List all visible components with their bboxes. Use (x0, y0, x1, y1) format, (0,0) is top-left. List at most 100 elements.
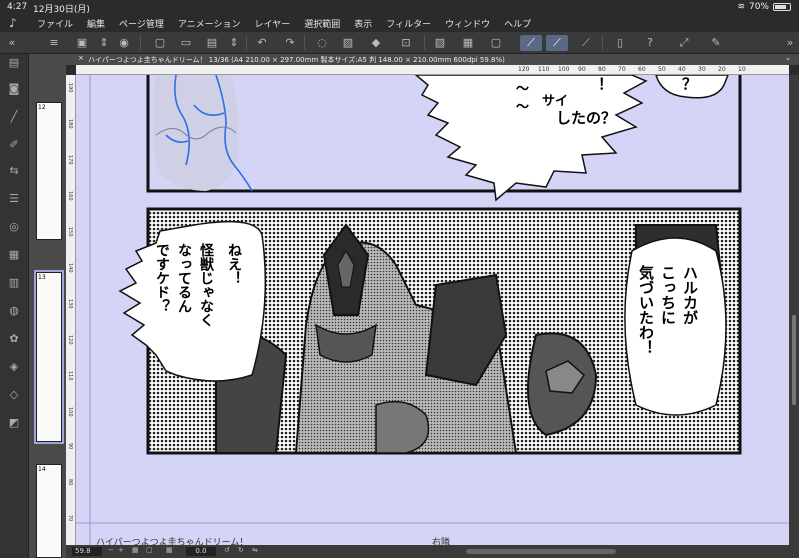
clear-icon[interactable]: ◌ (314, 35, 330, 51)
svg-text:したの？: したの？ (556, 109, 616, 127)
clear-outside-icon[interactable]: ▨ (340, 35, 356, 51)
color-wheel-icon[interactable]: ✿ (7, 332, 21, 346)
svg-text:～: ～ (516, 100, 529, 115)
svg-text:～: ～ (516, 82, 529, 97)
special-ruler-snap-icon[interactable]: ⟋ (546, 35, 568, 51)
bottom-bar: 59.8 − + ▦ ▢ ▦ 0.0 ↺ ↻ ⇋ (66, 545, 799, 558)
rotate-left-icon[interactable]: ↺ (224, 546, 230, 554)
menu-animation[interactable]: アニメーション (178, 17, 241, 30)
menu-window[interactable]: ウィンドウ (445, 17, 490, 30)
page-footer-left: ハイパーつよつよ圭ちゃんドリーム！ (96, 536, 248, 545)
svg-text:怪獣じゃなく: 怪獣じゃなく (198, 242, 214, 327)
hamburger-menu-icon[interactable]: ≡ (46, 35, 62, 51)
deselect-icon[interactable]: ▧ (432, 35, 448, 51)
settings-sliders-icon[interactable]: ☰ (7, 192, 21, 206)
left-speech-bubble (118, 220, 267, 382)
fullscreen-icon[interactable]: ⤢ (676, 35, 692, 51)
menu-selection[interactable]: 選択範囲 (304, 17, 340, 30)
menu-view[interactable]: 表示 (354, 17, 372, 30)
redo-icon[interactable]: ↷ (282, 35, 298, 51)
zoom-out-icon[interactable]: − (108, 546, 114, 554)
menu-help[interactable]: ヘルプ (504, 17, 531, 30)
fill-icon[interactable]: ◆ (368, 35, 384, 51)
page-thumbnail[interactable]: 12 (36, 102, 62, 240)
layers-icon[interactable]: ◇ (7, 388, 21, 402)
svg-text:サイ: サイ (542, 94, 568, 109)
page-footer-right: 右隣 (432, 536, 450, 545)
horizontal-scrollbar[interactable] (466, 549, 616, 554)
grid-snap-icon[interactable]: ⟋ (578, 35, 594, 51)
color-droplet-icon[interactable]: ◍ (7, 304, 21, 318)
manga-page[interactable]: ！ したの？ サイ ～ ～ ？ ねえ！ 怪獣じゃなく なってるん ですケド？ ハ… (76, 75, 789, 545)
invert-selection-icon[interactable]: ▦ (460, 35, 476, 51)
ruler-snap-icon[interactable]: ⟋ (520, 35, 542, 51)
pen-pressure-icon[interactable]: ✎ (708, 35, 724, 51)
menu-items: ファイル 編集 ページ管理 アニメーション レイヤー 選択範囲 表示 フィルター… (37, 17, 531, 30)
vertical-scrollbar[interactable] (789, 75, 799, 545)
status-time: 4:27 (7, 2, 28, 12)
rotation-field[interactable]: 0.0 (186, 547, 216, 556)
flip-icon[interactable]: ⇋ (252, 546, 258, 554)
zoom-in-icon[interactable]: + (118, 546, 124, 554)
actual-size-icon[interactable]: ▢ (146, 546, 153, 554)
color-swatch-icon[interactable]: ◩ (7, 416, 21, 430)
transform-tool-icon[interactable]: ⇆ (7, 164, 21, 178)
updown-icon[interactable]: ⇕ (96, 35, 112, 51)
navigator-icon[interactable]: ◎ (7, 220, 21, 234)
zoom-field[interactable]: 59.8 (72, 547, 102, 556)
svg-text:ですケド？: ですケド？ (154, 243, 170, 313)
open-folder-icon[interactable]: ▭ (178, 35, 194, 51)
menu-filter[interactable]: フィルター (386, 17, 431, 30)
layer-property-icon[interactable]: ▣ (74, 35, 90, 51)
page-thumbnail-selected[interactable]: 13 (34, 270, 64, 444)
help-icon[interactable]: ? (642, 35, 658, 51)
svg-text:ハルカが: ハルカが (681, 265, 699, 325)
save-icon[interactable]: ▤ (204, 35, 220, 51)
rotate-right-icon[interactable]: ↻ (238, 546, 244, 554)
menu-layer[interactable]: レイヤー (255, 17, 291, 30)
svg-text:なってるん: なってるん (176, 243, 192, 313)
material-icon[interactable]: ▦ (7, 248, 21, 262)
undo-icon[interactable]: ↶ (254, 35, 270, 51)
new-file-icon[interactable]: ▢ (152, 35, 168, 51)
page-thumbnail-panel: 12 13 14 (29, 54, 66, 558)
rotate-grid-icon[interactable]: ▦ (166, 546, 173, 554)
layer-stack-icon[interactable]: ◈ (7, 360, 21, 374)
svg-text:こっちに: こっちに (659, 265, 677, 325)
page-thumbnail[interactable]: 14 (36, 464, 62, 558)
selection-launcher-icon[interactable]: ▢ (488, 35, 504, 51)
menu-page[interactable]: ページ管理 (119, 17, 164, 30)
status-bar: 4:27 12月30日(月) ≋ 70% (0, 0, 799, 15)
close-icon[interactable]: × (78, 54, 84, 62)
svg-text:！: ！ (598, 75, 613, 93)
pen-tool-icon[interactable]: ╱ (7, 110, 21, 124)
color-set-icon[interactable]: ◉ (116, 35, 132, 51)
collapse-left-icon[interactable]: « (4, 35, 20, 51)
main-panel: ねえ！ 怪獣じゃなく なってるん ですケド？ ハルカが こっちに 気づいたわ！ (118, 207, 742, 455)
document-title: ハイパーつよつよ圭ちゃんドリーム！ 13/36 (A4 210.00 × 297… (88, 56, 505, 64)
document-tab[interactable]: × ハイパーつよつよ圭ちゃんドリーム！ 13/36 (A4 210.00 × 2… (66, 54, 799, 65)
menu-file[interactable]: ファイル (37, 17, 73, 30)
camera-icon[interactable]: ◙ (7, 82, 21, 96)
svg-text:ねえ！: ねえ！ (226, 243, 242, 285)
layer-props-icon[interactable]: ▥ (7, 276, 21, 290)
transform-icon[interactable]: ⊡ (398, 35, 414, 51)
command-bar: « ≡ ▣ ⇕ ◉ ▢ ▭ ▤ ⇕ ↶ ↷ ◌ ▨ ◆ ⊡ ▧ ▦ ▢ ⟋ ⟋ … (0, 32, 799, 54)
chevron-down-icon[interactable]: ⌄ (785, 54, 791, 62)
menu-bar: ♪ ファイル 編集 ページ管理 アニメーション レイヤー 選択範囲 表示 フィル… (0, 14, 799, 32)
drawing-canvas[interactable]: ！ したの？ サイ ～ ～ ？ ねえ！ 怪獣じゃなく なってるん ですケド？ ハ… (76, 75, 789, 545)
top-panel: ！ したの？ サイ ～ ～ ？ (146, 75, 742, 202)
left-tool-column: ▤ ◙ ╱ ✐ ⇆ ☰ ◎ ▦ ▥ ◍ ✿ ◈ ◇ ◩ (0, 54, 29, 558)
status-right: ≋ 70% (737, 2, 791, 12)
app-logo-icon[interactable]: ♪ (9, 16, 23, 30)
save-updown-icon[interactable]: ⇕ (226, 35, 242, 51)
fit-icon[interactable]: ▦ (132, 546, 139, 554)
collapse-right-icon[interactable]: » (782, 35, 798, 51)
page-manager-icon[interactable]: ▤ (7, 56, 21, 70)
battery-percent: 70% (748, 2, 769, 12)
menu-edit[interactable]: 編集 (87, 17, 105, 30)
device-icon[interactable]: ▯ (612, 35, 628, 51)
brush-tool-icon[interactable]: ✐ (7, 138, 21, 152)
battery-icon (773, 3, 791, 11)
svg-text:？: ？ (682, 75, 697, 93)
